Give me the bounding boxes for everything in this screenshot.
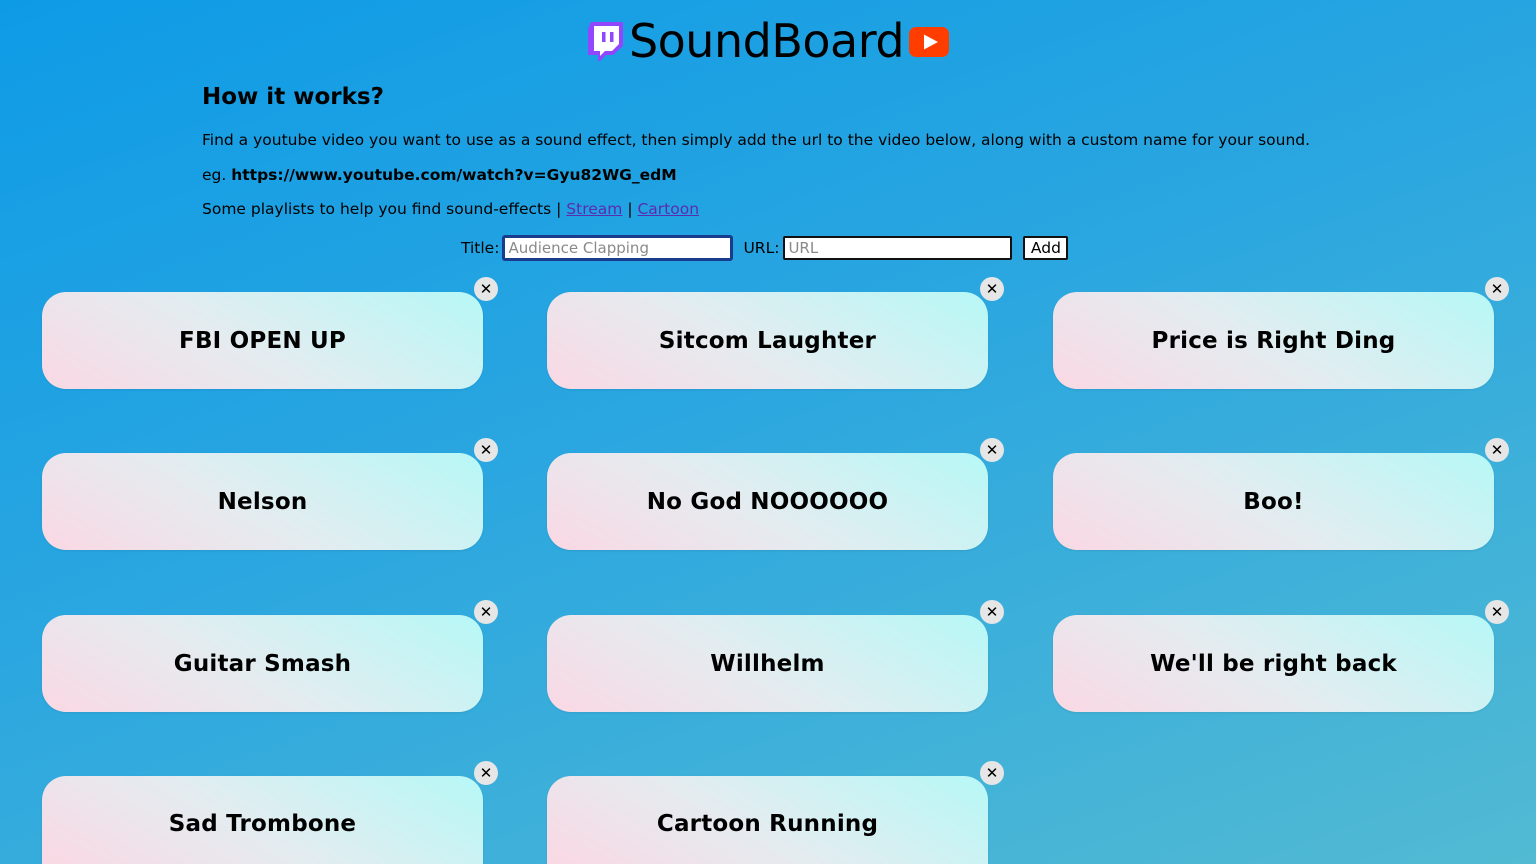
- sound-label: Willhelm: [710, 650, 825, 677]
- example-prefix: eg.: [202, 166, 232, 184]
- sound-label: Cartoon Running: [656, 811, 879, 837]
- sound-button[interactable]: No God NOOOOOO: [547, 453, 988, 550]
- sound-button[interactable]: Willhelm: [547, 615, 988, 712]
- delete-sound-button[interactable]: ✕: [474, 600, 498, 624]
- sound-button[interactable]: Price is Right Ding: [1053, 292, 1494, 389]
- sound-label: FBI OPEN UP: [179, 327, 346, 354]
- playlists-line: Some playlists to help you find sound-ef…: [202, 199, 699, 219]
- header: SoundBoard: [0, 14, 1536, 68]
- sound-button[interactable]: FBI OPEN UP: [42, 292, 483, 389]
- sound-label: Guitar Smash: [173, 650, 352, 677]
- title-label: Title:: [461, 239, 500, 257]
- sound-label: We'll be right back: [1150, 650, 1397, 677]
- sound-button[interactable]: Guitar Smash: [42, 615, 483, 712]
- sound-button[interactable]: Nelson: [42, 453, 483, 550]
- example-line: eg. https://www.youtube.com/watch?v=Gyu8…: [202, 165, 677, 185]
- twitch-icon: [587, 22, 623, 61]
- delete-sound-button[interactable]: ✕: [474, 277, 498, 301]
- youtube-icon: [909, 27, 950, 57]
- sound-button[interactable]: Cartoon Running: [547, 776, 988, 864]
- site-title: SoundBoard: [628, 14, 905, 68]
- example-url: https://www.youtube.com/watch?v=Gyu82WG_…: [231, 166, 677, 184]
- sound-label: Price is Right Ding: [1151, 327, 1396, 354]
- delete-sound-button[interactable]: ✕: [1485, 277, 1509, 301]
- sound-button[interactable]: Sad Trombone: [42, 776, 483, 864]
- url-label: URL:: [743, 239, 780, 257]
- sound-label: Sitcom Laughter: [658, 327, 877, 354]
- delete-sound-button[interactable]: ✕: [474, 438, 498, 462]
- sound-label: No God NOOOOOO: [646, 488, 889, 515]
- how-it-works-heading: How it works?: [202, 84, 384, 110]
- delete-sound-button[interactable]: ✕: [474, 761, 498, 785]
- cartoon-playlist-link[interactable]: Cartoon: [637, 200, 699, 218]
- add-sound-form: Title: URL: Add: [461, 235, 1069, 261]
- sound-button[interactable]: Sitcom Laughter: [547, 292, 988, 389]
- playlists-text: Some playlists to help you find sound-ef…: [202, 200, 567, 218]
- url-input[interactable]: [783, 236, 1013, 260]
- delete-sound-button[interactable]: ✕: [980, 277, 1004, 301]
- delete-sound-button[interactable]: ✕: [980, 761, 1004, 785]
- instruction-text: Find a youtube video you want to use as …: [202, 131, 1311, 149]
- sound-label: Sad Trombone: [168, 811, 357, 837]
- title-input[interactable]: [503, 236, 733, 260]
- how-it-works-section: How it works? Find a youtube video you w…: [202, 82, 1402, 218]
- link-separator: |: [622, 200, 638, 218]
- stream-playlist-link[interactable]: Stream: [566, 200, 622, 218]
- sound-button[interactable]: Boo!: [1053, 453, 1494, 550]
- delete-sound-button[interactable]: ✕: [1485, 600, 1509, 624]
- sound-button[interactable]: We'll be right back: [1053, 615, 1494, 712]
- delete-sound-button[interactable]: ✕: [980, 438, 1004, 462]
- delete-sound-button[interactable]: ✕: [1485, 438, 1509, 462]
- delete-sound-button[interactable]: ✕: [980, 600, 1004, 624]
- sound-label: Nelson: [217, 488, 308, 515]
- add-button[interactable]: Add: [1023, 236, 1069, 260]
- sound-label: Boo!: [1243, 488, 1304, 515]
